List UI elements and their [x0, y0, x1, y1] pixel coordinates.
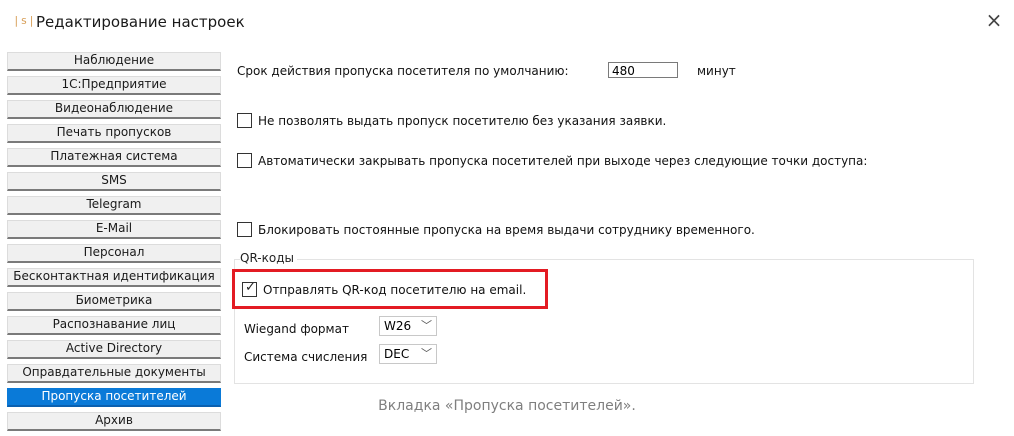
wiegand-format-value: W26 [384, 319, 412, 333]
tab-7[interactable]: E-Mail [7, 220, 221, 239]
tab-12[interactable]: Active Directory [7, 340, 221, 359]
no-pass-without-request-label: Не позволять выдать пропуск посетителю б… [258, 114, 667, 128]
highlight-frame [232, 269, 548, 309]
auto-close-on-exit-checkbox[interactable] [237, 153, 252, 168]
tab-5[interactable]: SMS [7, 172, 221, 191]
qr-codes-group-title: QR-коды [240, 251, 297, 265]
settings-tab-list: Наблюдение 1С:Предприятие Видеонаблюдение П… [7, 52, 221, 436]
figure-caption: Вкладка «Пропуска посетителей». [378, 398, 636, 414]
wiegand-format-select[interactable]: W26 ﹀ [379, 316, 437, 336]
block-permanent-passes-checkbox[interactable] [237, 222, 252, 237]
window-title: Редактирование настроек [36, 13, 245, 31]
default-duration-input[interactable]: 480 [608, 62, 678, 78]
auto-close-on-exit-label: Автоматически закрывать пропуска посетит… [258, 154, 868, 168]
close-icon[interactable]: × [982, 8, 1006, 32]
numbering-system-label: Система счисления [244, 350, 368, 364]
tab-6[interactable]: Telegram [7, 196, 221, 215]
tab-1[interactable]: 1С:Предприятие [7, 76, 221, 95]
numbering-system-select[interactable]: DEC ﹀ [379, 344, 437, 364]
tab-9[interactable]: Бесконтактная идентификация [7, 268, 221, 287]
chevron-down-icon: ﹀ [421, 319, 432, 332]
no-pass-without-request-checkbox[interactable] [237, 113, 252, 128]
tab-8[interactable]: Персонал [7, 244, 221, 263]
tab-3[interactable]: Печать пропусков [7, 124, 221, 143]
tab-10[interactable]: Биометрика [7, 292, 221, 311]
tab-15[interactable]: Архив [7, 412, 221, 431]
numbering-system-value: DEC [384, 347, 410, 361]
app-icon: |s| [13, 14, 36, 27]
title-bar: |s| Редактирование настроек × [0, 0, 1014, 44]
tab-4[interactable]: Платежная система [7, 148, 221, 167]
default-duration-label: Срок действия пропуска посетителя по умо… [237, 64, 569, 78]
wiegand-format-label: Wiegand формат [244, 322, 349, 336]
chevron-down-icon: ﹀ [421, 347, 432, 360]
tab-11[interactable]: Распознавание лиц [7, 316, 221, 335]
block-permanent-passes-label: Блокировать постоянные пропуска на время… [258, 223, 755, 237]
tab-2[interactable]: Видеонаблюдение [7, 100, 221, 119]
default-duration-unit: минут [697, 64, 736, 78]
tab-0[interactable]: Наблюдение [7, 52, 221, 71]
tab-13[interactable]: Оправдательные документы [7, 364, 221, 383]
